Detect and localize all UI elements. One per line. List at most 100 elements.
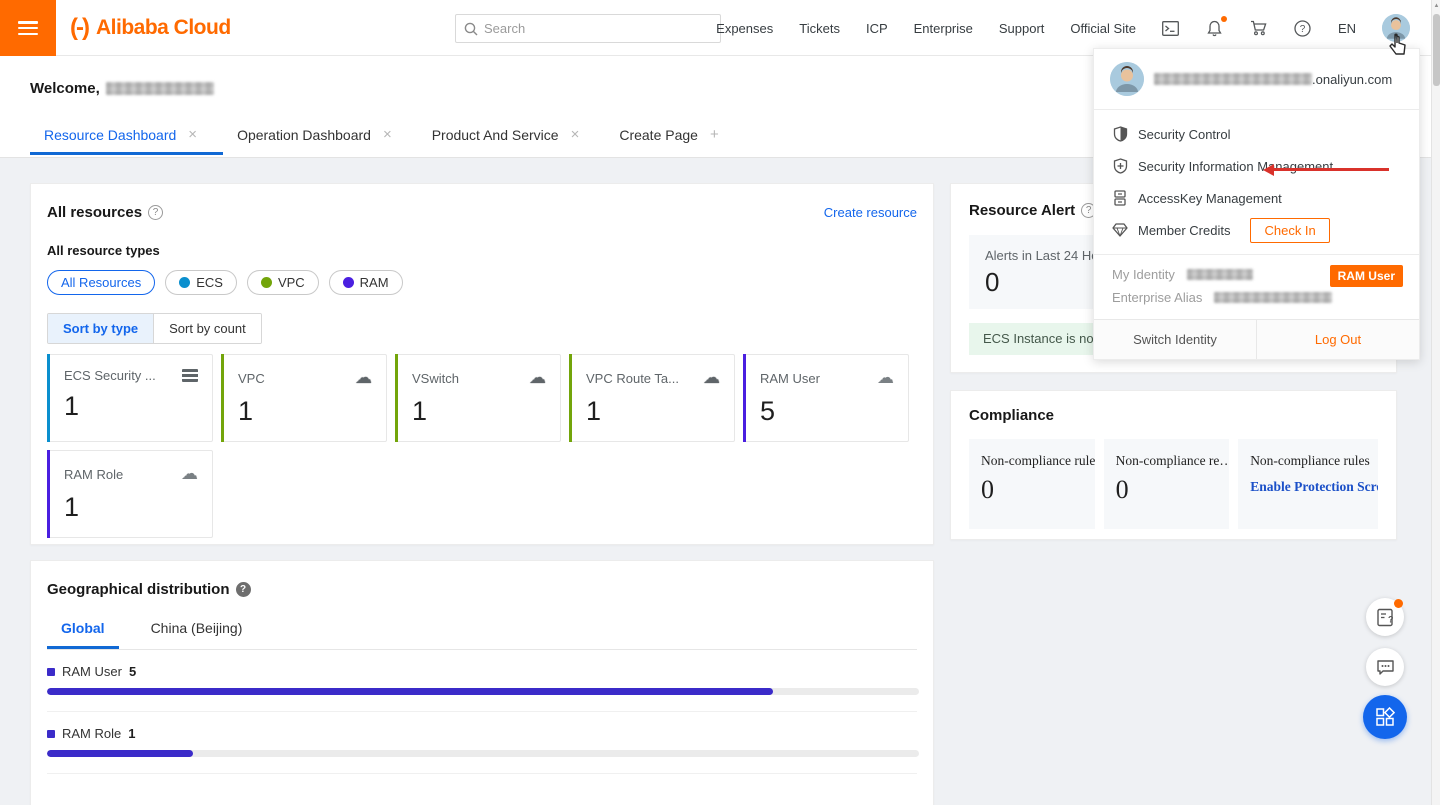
resource-card-count: 1 — [586, 396, 720, 427]
my-identity-label: My Identity — [1112, 267, 1175, 282]
accesskey-icon — [1112, 190, 1128, 206]
help-icon[interactable]: ? — [1294, 19, 1312, 37]
menu-item-label: AccessKey Management — [1138, 191, 1282, 206]
tab-action-icon[interactable]: × — [188, 126, 197, 143]
shield-plus-icon — [1112, 158, 1128, 174]
menu-item-accesskey-management[interactable]: AccessKey Management — [1094, 182, 1419, 214]
geo-region-tab[interactable]: Global — [61, 620, 105, 649]
resource-card-label: VSwitch — [412, 371, 459, 386]
resource-card-label: VPC — [238, 371, 265, 386]
dashboard-tabs: Resource Dashboard × Operation Dashboard… — [30, 122, 745, 155]
dashboard-tab[interactable]: Resource Dashboard × — [30, 122, 223, 155]
tab-label: Resource Dashboard — [44, 127, 176, 143]
resource-alert-title: Resource Alert — [969, 202, 1075, 219]
resource-type-pill[interactable]: VPC — [247, 270, 319, 295]
nav-icp[interactable]: ICP — [866, 21, 888, 36]
resource-card[interactable]: RAM User 5 — [743, 354, 909, 442]
survey-notification-dot — [1394, 599, 1403, 608]
resource-card[interactable]: RAM Role 1 — [47, 450, 213, 538]
nav-official-site[interactable]: Official Site — [1070, 21, 1136, 36]
tab-action-icon[interactable]: × — [571, 126, 580, 143]
nav-enterprise[interactable]: Enterprise — [914, 21, 973, 36]
dashboard-tab[interactable]: Create Page + — [605, 122, 744, 155]
tab-action-icon[interactable]: + — [710, 126, 719, 143]
switch-identity-button[interactable]: Switch Identity — [1094, 320, 1256, 359]
nav-tickets[interactable]: Tickets — [799, 21, 840, 36]
hamburger-menu-button[interactable] — [0, 0, 56, 56]
resource-type-color-dot — [261, 277, 272, 288]
menu-item-label: Security Information Management — [1138, 159, 1333, 174]
console-terminal-icon[interactable] — [1162, 19, 1180, 37]
resource-card[interactable]: VSwitch 1 — [395, 354, 561, 442]
dashboard-tab[interactable]: Product And Service × — [418, 122, 606, 155]
geo-bar-chart: RAM User 5 RAM Role 1 — [47, 650, 917, 774]
menu-item-security-information-management[interactable]: Security Information Management — [1094, 150, 1419, 182]
search-icon — [464, 22, 478, 36]
legend-square-icon — [47, 730, 55, 738]
notification-badge — [1221, 16, 1227, 22]
resource-card-accent — [47, 354, 50, 442]
compliance-panel: Non-compliance rules 0 — [969, 439, 1095, 529]
menu-item-security-control[interactable]: Security Control — [1094, 118, 1419, 150]
geo-bar-label: RAM User — [62, 664, 122, 679]
resource-card-icon — [703, 368, 720, 388]
compliance-panel-value: 0 — [981, 475, 1083, 505]
feedback-fab[interactable] — [1366, 648, 1404, 686]
nav-support[interactable]: Support — [999, 21, 1045, 36]
global-search[interactable] — [455, 14, 721, 43]
resource-type-filter: All Resources ECS VPC RAM — [47, 270, 917, 295]
log-out-button[interactable]: Log Out — [1256, 320, 1419, 359]
page-scrollbar[interactable]: ▲ — [1431, 0, 1440, 805]
user-avatar[interactable] — [1382, 14, 1410, 42]
resource-card-accent — [395, 354, 398, 442]
geo-bar-row: RAM User 5 — [47, 650, 917, 712]
alibaba-cloud-logo[interactable]: (-) Alibaba Cloud — [70, 0, 231, 56]
resource-type-color-dot — [343, 277, 354, 288]
resource-card[interactable]: ECS Security ... 1 — [47, 354, 213, 442]
account-menu: Security Control Security Information Ma… — [1094, 110, 1419, 255]
scrollbar-up-arrow-icon[interactable]: ▲ — [1433, 3, 1440, 9]
survey-fab[interactable]: ? — [1366, 598, 1404, 636]
ram-user-badge: RAM User — [1330, 265, 1403, 287]
check-in-button[interactable]: Check In — [1250, 218, 1329, 243]
sort-by-count-button[interactable]: Sort by count — [153, 314, 261, 343]
search-input[interactable] — [484, 21, 712, 36]
geo-region-tab[interactable]: China (Beijing) — [151, 620, 243, 649]
create-resource-link[interactable]: Create resource — [824, 205, 917, 220]
nav-expenses[interactable]: Expenses — [716, 21, 773, 36]
geo-help-icon[interactable]: ? — [236, 582, 251, 597]
resource-card-label: RAM Role — [64, 467, 123, 482]
resource-card[interactable]: VPC Route Ta... 1 — [569, 354, 735, 442]
welcome-text: Welcome, — [30, 80, 100, 97]
widgets-fab[interactable] — [1363, 695, 1407, 739]
resource-type-pill[interactable]: ECS — [165, 270, 237, 295]
resource-type-pill[interactable]: RAM — [329, 270, 403, 295]
tab-action-icon[interactable]: × — [383, 126, 392, 143]
account-avatar — [1110, 62, 1144, 96]
notifications-bell-icon[interactable] — [1206, 19, 1224, 37]
enable-protection-link[interactable]: Enable Protection Screeni — [1250, 479, 1366, 495]
gem-icon — [1112, 222, 1128, 238]
all-resources-help-icon[interactable]: ? — [148, 205, 163, 220]
redacted-alias — [1214, 292, 1332, 303]
resource-type-pill[interactable]: All Resources — [47, 270, 155, 295]
resource-card-icon — [529, 368, 546, 388]
menu-item-member-credits[interactable]: Member Credits Check In — [1094, 214, 1419, 246]
sort-toggle: Sort by type Sort by count — [47, 313, 262, 344]
geo-bar-track — [47, 688, 919, 695]
scrollbar-thumb[interactable] — [1433, 14, 1440, 86]
resource-card-accent — [743, 354, 746, 442]
cart-icon[interactable] — [1250, 19, 1268, 37]
enterprise-alias-label: Enterprise Alias — [1112, 290, 1202, 305]
chat-bubble-icon — [1376, 659, 1395, 676]
dashboard-tab[interactable]: Operation Dashboard × — [223, 122, 418, 155]
resource-card[interactable]: VPC 1 — [221, 354, 387, 442]
language-selector[interactable]: EN — [1338, 21, 1356, 36]
menu-item-label: Security Control — [1138, 127, 1230, 142]
account-dropdown: .onaliyun.com Security Control Security … — [1093, 48, 1420, 360]
sort-by-type-button[interactable]: Sort by type — [48, 314, 153, 343]
resource-type-pill-label: RAM — [360, 275, 389, 290]
all-resources-card: All resources ? Create resource All reso… — [30, 183, 934, 545]
widgets-icon — [1375, 707, 1395, 727]
survey-doc-icon: ? — [1376, 608, 1394, 627]
